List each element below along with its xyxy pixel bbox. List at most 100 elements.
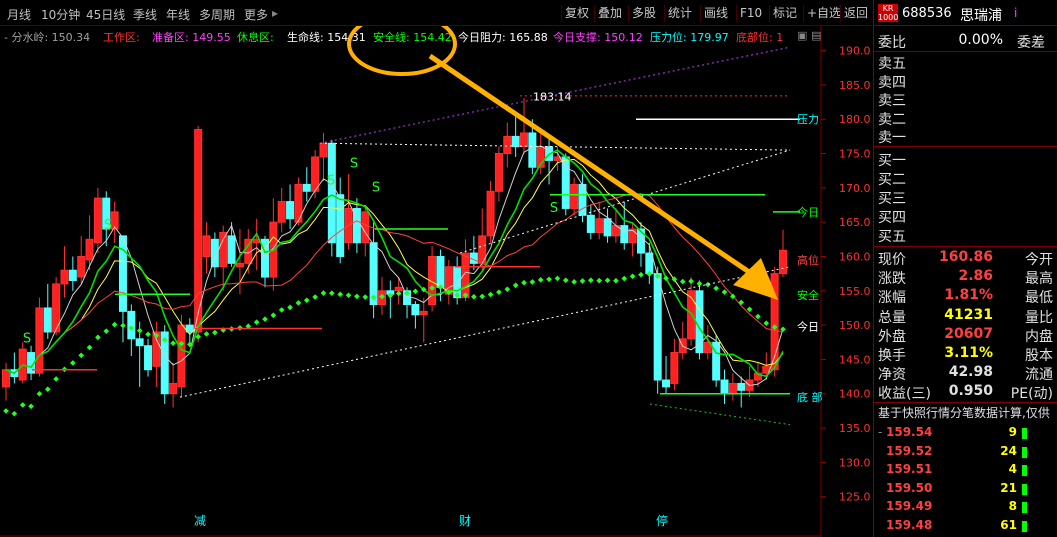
support-dot [755,313,761,320]
support-dot [679,278,686,285]
support-dot [596,277,603,284]
support-dot [136,327,143,334]
support-dot [329,290,335,296]
support-dot [546,276,552,283]
upper-trend-line [319,142,791,151]
market-badge: KR 1000 [878,4,899,22]
candle-body [670,352,679,384]
kline-chart[interactable]: 125.0 130.0 135.0 140.0 145.0 150.0 155.0 160.0… [0,26,872,537]
stock-code: 688536 [902,6,952,21]
support-dot [537,277,544,283]
stock-header: KR 1000 688536 思瑞浦 i [874,0,1057,26]
support-dot [638,271,644,278]
support-dot [571,278,577,285]
period-year[interactable]: 年线 [166,6,190,23]
stat-value: 41231 [944,306,993,323]
support-dot [270,312,277,319]
bottom-trend-line [649,403,791,426]
line-label: 安全 [797,288,819,302]
add-watchlist-button[interactable]: +自选 [803,5,844,22]
candle-body [35,307,44,374]
stat-value: 42.98 [948,364,993,381]
candle-body [118,235,127,312]
stat-label-right: PE(动) [1010,386,1053,403]
support-dot [295,300,302,306]
buy-level-5: 买五 [878,226,1053,245]
stat-label: 现价 [878,252,906,268]
tick-price: 159.51 [886,462,933,477]
candle-body [277,201,286,223]
price-axis-label: 180.0 [839,113,871,126]
support-dot [554,275,561,282]
candle-body [327,142,336,244]
sell-level-label: 卖二 [878,111,906,128]
quote-panel: KR 1000 688536 思瑞浦 i 委比 0.00% 委差 基于快照行情分笔… [873,0,1057,537]
line-label: 压力 [797,113,819,126]
candle-body [520,132,528,148]
support-dot [529,279,536,285]
weibi-value: 0.00% [958,32,1003,48]
sell-signal-label: S [23,331,31,346]
candle-body [169,382,178,395]
period-more[interactable]: 更多 [244,6,268,23]
candle-body [419,310,428,316]
stat-label-right: 内盘 [1025,328,1053,345]
period-quarter[interactable]: 季线 [133,6,157,23]
draw-line-button[interactable]: 画线 [700,5,731,22]
tick-row: 159.48 61 [878,518,1053,535]
candle-body [127,310,136,340]
candle-body [411,304,420,316]
candle-body [570,183,579,209]
back-button[interactable]: 返回 [840,5,871,22]
stat-value: 20607 [944,325,993,342]
support-dot [629,273,636,280]
candle-body [645,252,654,275]
price-axis-label: 140.0 [839,388,871,401]
more-arrow-icon[interactable]: ▸ [272,6,278,20]
f10-button[interactable]: F10 [736,5,765,22]
support-dot [312,294,318,300]
event-marker: 停 [656,513,668,528]
support-dot [746,306,753,313]
candle-body [68,269,77,281]
line-label: 底 部 [797,390,823,404]
candle-body [319,142,328,158]
support-dot [53,376,59,382]
stock-flag[interactable]: i [1014,6,1017,20]
sell-signal-label: S [550,201,558,216]
period-10min[interactable]: 10分钟 [41,6,80,23]
fuquan-button[interactable]: 复权 [561,5,592,22]
tick-volume: 21 [1000,480,1017,495]
weibi-label: 委比 [878,35,906,51]
period-multi[interactable]: 多周期 [199,6,235,23]
sell-level-label: 卖三 [878,93,906,109]
stats-button[interactable]: 统计 [664,5,695,22]
tick-row: -159.54 9 [878,425,1053,442]
support-dot [487,291,494,298]
multi-stock-button[interactable]: 多股 [628,5,659,22]
period-month[interactable]: 月线 [7,6,31,23]
stat-label: 收益(三) [878,386,931,403]
mark-button[interactable]: 标记 [769,5,800,22]
support-dot [688,278,694,285]
price-axis-label: 155.0 [839,285,871,298]
stat-row: 收益(三) 0.950 PE(动) [878,383,1053,403]
period-45day[interactable]: 45日线 [86,6,125,23]
support-dot [479,293,486,300]
event-marker: 减 [194,514,206,528]
tick-price: 159.48 [886,518,933,532]
stat-row: 净资 42.98 流通 [878,364,1053,383]
support-dot [86,344,93,351]
tick-price: 159.54 [886,425,933,439]
sell-level-3: 卖三 [878,90,1053,109]
price-axis-label: 160.0 [839,250,871,263]
tick-bar [1022,483,1027,495]
support-dot [696,280,703,287]
tick-volume: 4 [1008,462,1017,477]
tick-price: 159.52 [886,443,933,458]
stat-value: 3.11% [944,345,993,361]
support-dot [354,293,360,300]
candle-body [728,382,737,395]
overlay-button[interactable]: 叠加 [594,5,625,22]
annotation-circle [347,26,457,76]
